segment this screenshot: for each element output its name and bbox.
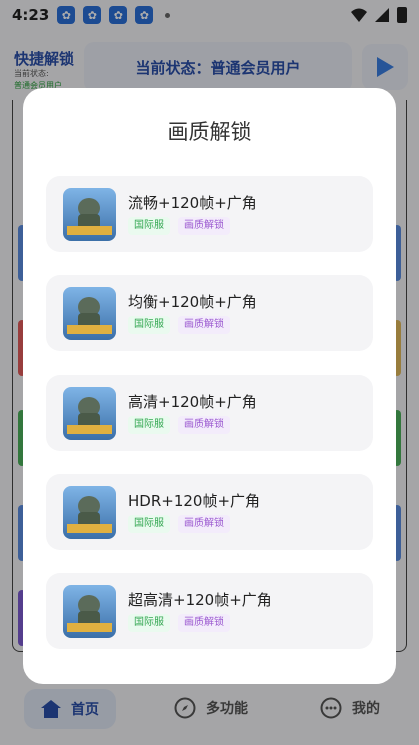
pubg-game-icon <box>63 188 116 241</box>
list-item[interactable]: 高清+120帧+广角 国际服 画质解锁 <box>46 375 373 451</box>
list-item[interactable]: 超高清+120帧+广角 国际服 画质解锁 <box>46 573 373 649</box>
item-title: 流畅+120帧+广角 <box>128 194 257 212</box>
region-tag: 国际服 <box>128 217 170 235</box>
item-title: 超高清+120帧+广角 <box>128 591 272 609</box>
pubg-game-icon <box>63 387 116 440</box>
quality-unlock-dialog: 画质解锁 流畅+120帧+广角 国际服 画质解锁 均衡+120帧+广角 国际服 … <box>23 88 396 684</box>
unlock-tag: 画质解锁 <box>178 614 230 632</box>
unlock-tag: 画质解锁 <box>178 316 230 334</box>
dialog-title: 画质解锁 <box>167 120 252 144</box>
list-item[interactable]: 均衡+120帧+广角 国际服 画质解锁 <box>46 275 373 351</box>
region-tag: 国际服 <box>128 515 170 533</box>
unlock-tag: 画质解锁 <box>178 416 230 434</box>
list-item[interactable]: 流畅+120帧+广角 国际服 画质解锁 <box>46 176 373 252</box>
item-title: HDR+120帧+广角 <box>128 492 261 510</box>
region-tag: 国际服 <box>128 614 170 632</box>
pubg-game-icon <box>63 585 116 638</box>
unlock-tag: 画质解锁 <box>178 515 230 533</box>
region-tag: 国际服 <box>128 316 170 334</box>
list-item[interactable]: HDR+120帧+广角 国际服 画质解锁 <box>46 474 373 550</box>
item-title: 高清+120帧+广角 <box>128 393 257 411</box>
pubg-game-icon <box>63 287 116 340</box>
region-tag: 国际服 <box>128 416 170 434</box>
unlock-tag: 画质解锁 <box>178 217 230 235</box>
pubg-game-icon <box>63 486 116 539</box>
item-title: 均衡+120帧+广角 <box>128 293 257 311</box>
